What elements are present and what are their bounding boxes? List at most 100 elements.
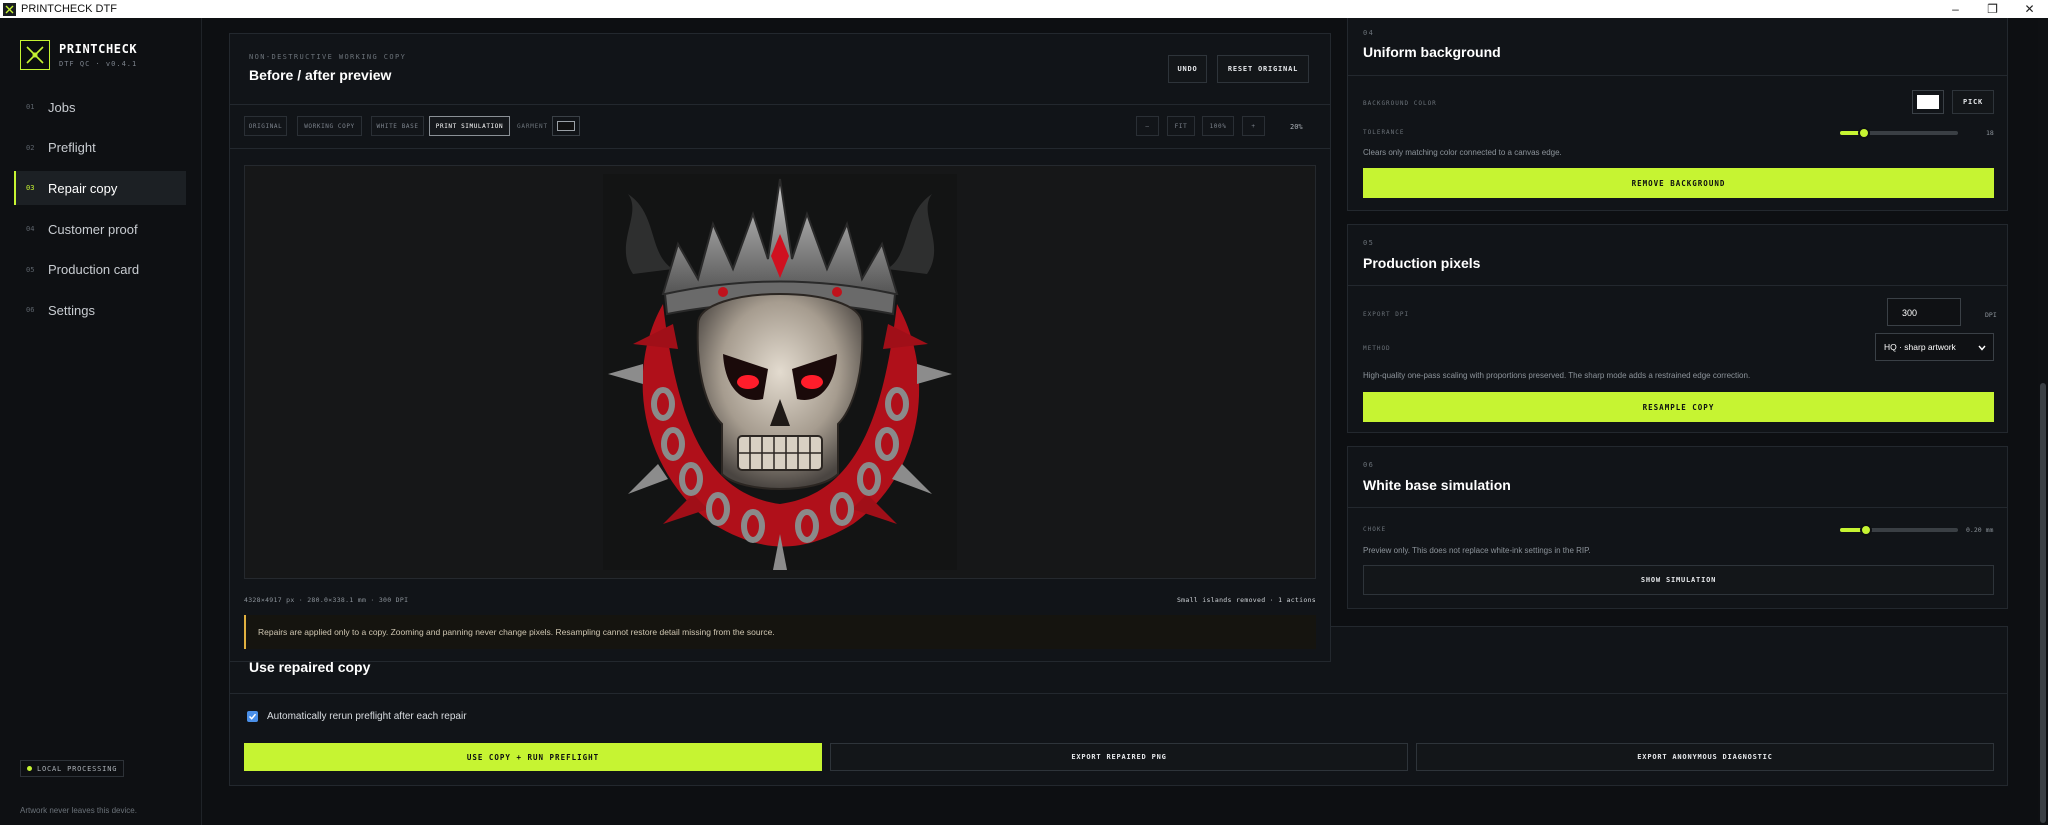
- view-working-copy-button[interactable]: WORKING COPY: [297, 116, 362, 136]
- method-label: METHOD: [1363, 345, 1391, 352]
- section-number: 06: [1363, 461, 1375, 469]
- auto-rerun-label: Automatically rerun preflight after each…: [267, 711, 467, 722]
- uniform-background-panel: 04 Uniform background BACKGROUND COLOR P…: [1347, 18, 2008, 211]
- privacy-note: Artwork never leaves this device.: [20, 806, 137, 815]
- background-color-swatch[interactable]: [1912, 90, 1944, 114]
- pick-color-button[interactable]: PICK: [1952, 90, 1994, 114]
- local-processing-badge: LOCAL PROCESSING: [20, 760, 125, 777]
- slider-thumb[interactable]: [1859, 524, 1872, 536]
- auto-rerun-row[interactable]: Automatically rerun preflight after each…: [247, 711, 467, 722]
- section-title: Uniform background: [1363, 44, 1501, 60]
- repair-notice: Repairs are applied only to a copy. Zoom…: [244, 615, 1316, 649]
- choke-label: CHOKE: [1363, 526, 1387, 533]
- scrollbar-thumb[interactable]: [2040, 383, 2046, 823]
- slider-thumb[interactable]: [1857, 127, 1870, 139]
- tolerance-slider[interactable]: [1840, 127, 1958, 139]
- divider: [1348, 507, 2007, 508]
- chevron-down-icon: [1978, 345, 1986, 351]
- zoom-out-button[interactable]: –: [1136, 116, 1159, 136]
- page-scrollbar[interactable]: [2038, 18, 2048, 825]
- white-base-panel: 06 White base simulation CHOKE 0.20 mm P…: [1347, 446, 2008, 609]
- view-white-base-button[interactable]: WHITE BASE: [371, 116, 424, 136]
- sidebar-item-customer-proof[interactable]: 04 Customer proof: [14, 212, 186, 246]
- section-number: 04: [1363, 29, 1375, 37]
- notice-text: Repairs are applied only to a copy. Zoom…: [258, 627, 775, 637]
- divider: [1348, 75, 2007, 76]
- divider: [1348, 285, 2007, 286]
- sidebar-item-settings[interactable]: 06 Settings: [14, 293, 186, 327]
- window-titlebar: PRINTCHECK DTF – ❐ ✕: [0, 0, 2048, 18]
- choke-slider[interactable]: [1840, 524, 1958, 536]
- brand-name: PRINTCHECK: [59, 42, 138, 56]
- preview-canvas[interactable]: [244, 165, 1316, 579]
- nav-label: Settings: [48, 302, 95, 318]
- sidebar: PRINTCHECK DTF QC · v0.4.1 01 Jobs 02 Pr…: [0, 18, 202, 825]
- nav-number: 03: [26, 184, 35, 193]
- app-icon: [3, 2, 16, 16]
- nav-number: 04: [26, 225, 35, 234]
- sidebar-nav: 01 Jobs 02 Preflight 03 Repair copy 04 C…: [14, 90, 186, 334]
- section-title: Production pixels: [1363, 255, 1481, 271]
- use-copy-run-preflight-button[interactable]: USE COPY + RUN PREFLIGHT: [244, 743, 822, 771]
- repair-status: Small islands removed · 1 actions: [1176, 596, 1316, 604]
- export-repaired-png-button[interactable]: EXPORT REPAIRED PNG: [830, 743, 1408, 771]
- view-print-simulation-button[interactable]: PRINT SIMULATION: [429, 116, 510, 136]
- preview-title: Before / after preview: [249, 67, 392, 83]
- divider: [230, 104, 1330, 105]
- zoom-in-button[interactable]: +: [1242, 116, 1265, 136]
- sidebar-item-production-card[interactable]: 05 Production card: [14, 253, 186, 287]
- production-pixels-panel: 05 Production pixels EXPORT DPI 300 DPI …: [1347, 224, 2008, 433]
- sidebar-item-jobs[interactable]: 01 Jobs: [14, 90, 186, 124]
- nav-label: Jobs: [48, 99, 76, 115]
- divider: [230, 148, 1330, 149]
- whitebase-help: Preview only. This does not replace whit…: [1363, 546, 1591, 555]
- choke-value: 0.20 mm: [1966, 526, 1994, 534]
- background-color-label: BACKGROUND COLOR: [1363, 100, 1437, 107]
- sidebar-item-preflight[interactable]: 02 Preflight: [14, 131, 186, 165]
- nav-label: Repair copy: [48, 180, 118, 196]
- nav-label: Customer proof: [48, 221, 138, 237]
- section-title: White base simulation: [1363, 477, 1511, 493]
- sidebar-item-repair-copy[interactable]: 03 Repair copy: [14, 171, 186, 206]
- maximize-button[interactable]: ❐: [1974, 0, 2011, 18]
- close-button[interactable]: ✕: [2011, 0, 2048, 18]
- background-help: Clears only matching color connected to …: [1363, 148, 1562, 157]
- window-title: PRINTCHECK DTF: [21, 3, 117, 15]
- divider: [230, 693, 2007, 694]
- nav-number: 02: [26, 143, 35, 152]
- logo-icon: [20, 40, 50, 70]
- zoom-level: 20%: [1290, 123, 1303, 131]
- resample-copy-button[interactable]: RESAMPLE COPY: [1363, 392, 1994, 422]
- method-value: HQ · sharp artwork: [1884, 342, 1956, 352]
- nav-label: Production card: [48, 262, 140, 278]
- preview-kicker: NON-DESTRUCTIVE WORKING COPY: [249, 53, 407, 61]
- nav-number: 05: [26, 265, 35, 274]
- show-simulation-button[interactable]: SHOW SIMULATION: [1363, 565, 1994, 595]
- tolerance-value: 18: [1986, 129, 1994, 137]
- artwork-image: [603, 174, 957, 570]
- dpi-unit: DPI: [1985, 311, 1997, 319]
- remove-background-button[interactable]: REMOVE BACKGROUND: [1363, 168, 1994, 198]
- brand-version: DTF QC · v0.4.1: [59, 60, 138, 68]
- export-diagnostic-button[interactable]: EXPORT ANONYMOUS DIAGNOSTIC: [1416, 743, 1994, 771]
- zoom-100-button[interactable]: 100%: [1202, 116, 1234, 136]
- tolerance-label: TOLERANCE: [1363, 129, 1405, 136]
- status-dot-icon: [27, 766, 32, 771]
- zoom-fit-button[interactable]: FIT: [1167, 116, 1195, 136]
- view-original-button[interactable]: ORIGINAL: [244, 116, 287, 136]
- garment-label: GARMENT: [517, 123, 548, 130]
- nav-number: 06: [26, 306, 35, 315]
- undo-button[interactable]: UNDO: [1168, 55, 1207, 83]
- preview-panel: NON-DESTRUCTIVE WORKING COPY Before / af…: [229, 33, 1331, 662]
- method-select[interactable]: HQ · sharp artwork: [1875, 333, 1994, 361]
- badge-label: LOCAL PROCESSING: [37, 764, 118, 773]
- skull-crown-artwork: [608, 178, 952, 570]
- export-dpi-input[interactable]: 300: [1887, 298, 1961, 326]
- nav-label: Preflight: [48, 140, 96, 156]
- color-chip: [1917, 95, 1939, 109]
- checkbox-checked-icon[interactable]: [247, 711, 258, 722]
- reset-original-button[interactable]: RESET ORIGINAL: [1217, 55, 1309, 83]
- minimize-button[interactable]: –: [1937, 0, 1974, 18]
- brand: PRINTCHECK DTF QC · v0.4.1: [20, 40, 137, 70]
- garment-color-swatch[interactable]: [552, 116, 580, 136]
